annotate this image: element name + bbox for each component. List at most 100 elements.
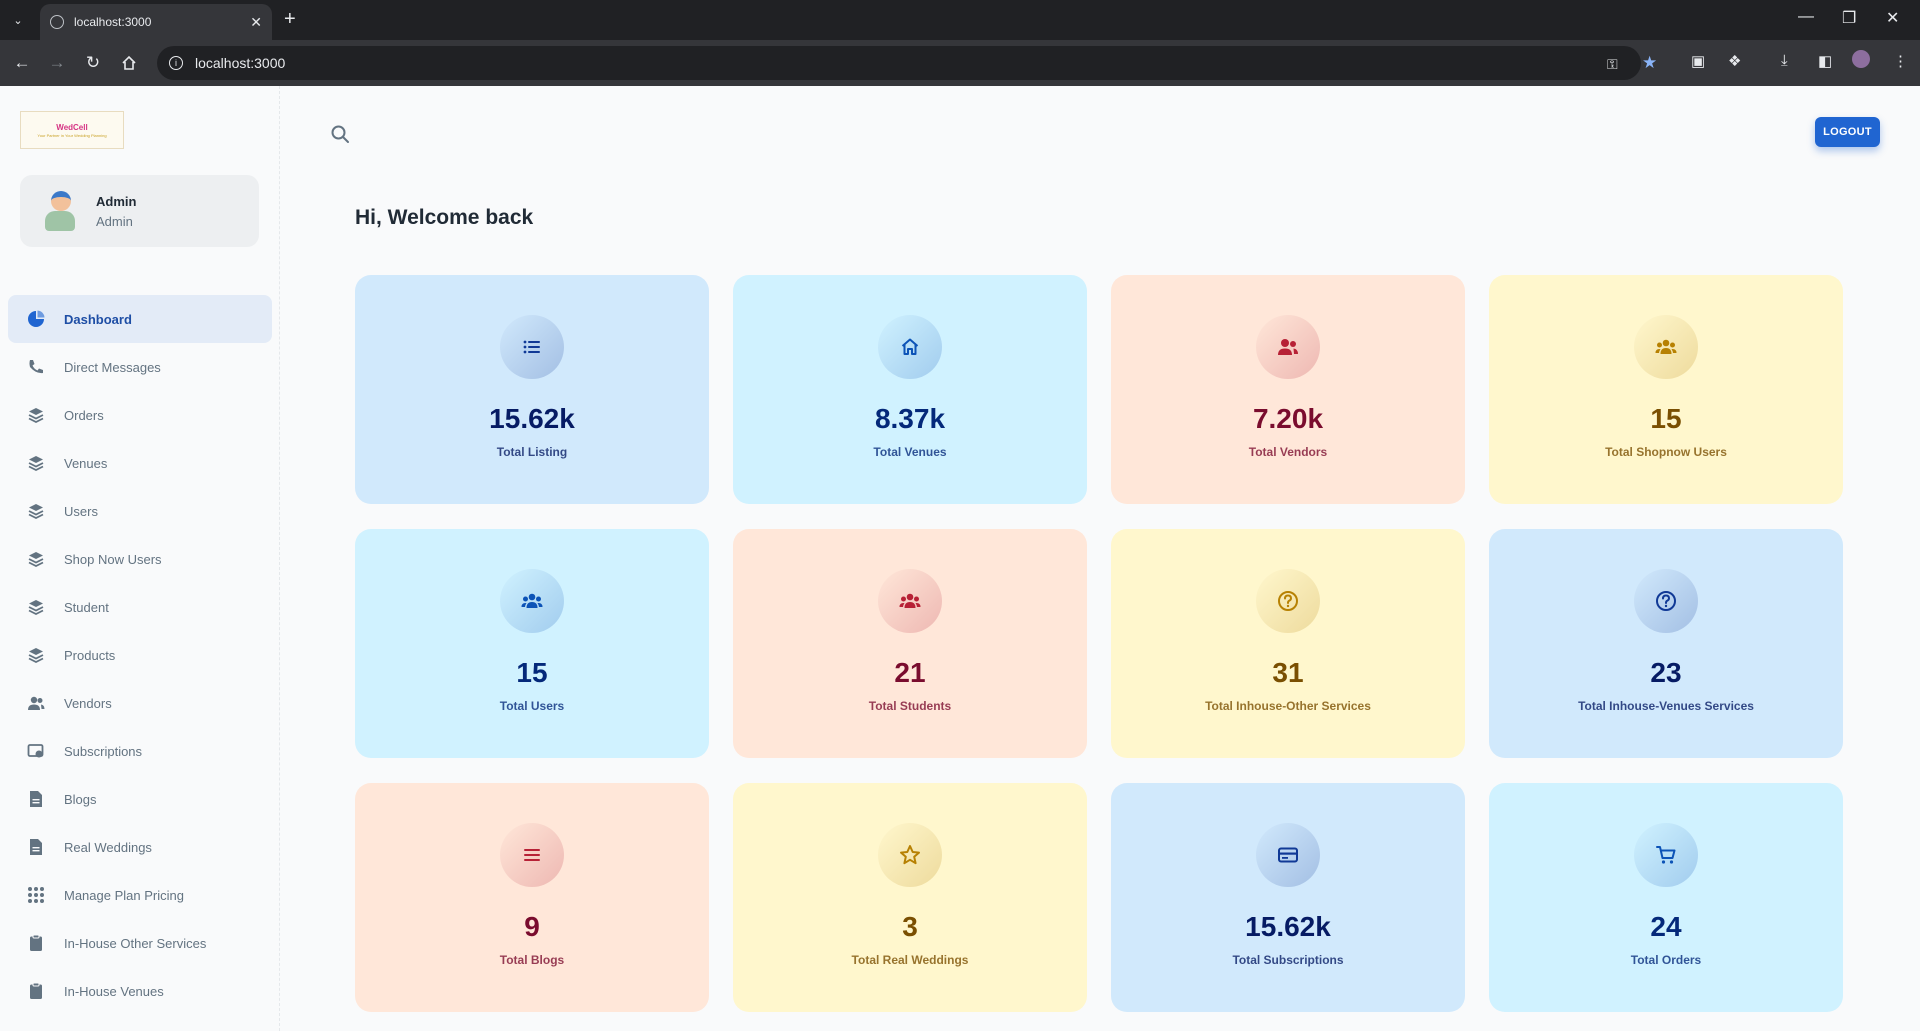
- layers-icon: [26, 453, 46, 473]
- browser-tab[interactable]: localhost:3000 ✕: [40, 4, 272, 40]
- sidebar-item-student[interactable]: Student: [8, 583, 272, 631]
- extensions-icon[interactable]: ❖: [1728, 52, 1741, 70]
- group-icon: [878, 569, 942, 633]
- account-name: Admin: [96, 193, 137, 209]
- stat-value: 23: [1650, 657, 1682, 688]
- sidebar-item-in-house-other-services[interactable]: In-House Other Services: [8, 919, 272, 967]
- sidebar-item-in-house-venues[interactable]: In-House Venues: [8, 967, 272, 1015]
- sidebar-item-label: Shop Now Users: [64, 551, 162, 567]
- side-panel-icon[interactable]: ◧: [1818, 52, 1832, 70]
- minimize-icon[interactable]: —: [1798, 8, 1814, 26]
- clipboard-icon: [26, 933, 46, 953]
- subscription-icon: [26, 741, 46, 761]
- pie-chart-icon: [26, 309, 46, 329]
- close-tab-icon[interactable]: ✕: [250, 14, 262, 31]
- tab-search-chevron-icon[interactable]: ⌄: [8, 10, 28, 30]
- sidebar-item-real-weddings[interactable]: Real Weddings: [8, 823, 272, 871]
- stat-value: 15: [516, 657, 548, 688]
- stat-card-total-listing: 15.62k Total Listing: [355, 275, 709, 504]
- site-info-icon[interactable]: i: [169, 56, 183, 70]
- sidebar-item-label: Vendors: [64, 695, 112, 711]
- stat-label: Total Inhouse-Other Services: [1205, 699, 1371, 713]
- bookmark-star-icon[interactable]: ★: [1642, 53, 1657, 73]
- back-icon[interactable]: ←: [11, 52, 33, 74]
- sidebar-item-subscriptions[interactable]: Subscriptions: [8, 727, 272, 775]
- search-icon[interactable]: [330, 124, 350, 144]
- layers-icon: [26, 597, 46, 617]
- group-icon: [1634, 315, 1698, 379]
- sidebar-item-label: In-House Venues: [64, 983, 164, 999]
- sidebar-item-label: Student: [64, 599, 109, 615]
- sidebar-item-blogs[interactable]: Blogs: [8, 775, 272, 823]
- stat-label: Total Venues: [873, 445, 947, 459]
- browser-tab-bar: ⌄ localhost:3000 ✕ + — ❐ ✕: [0, 0, 1920, 40]
- account-card[interactable]: Admin Admin: [20, 175, 259, 247]
- stat-value: 15.62k: [489, 403, 575, 434]
- stat-value: 9: [524, 911, 540, 942]
- stat-label: Total Listing: [496, 445, 568, 459]
- restore-icon[interactable]: ❐: [1842, 8, 1856, 28]
- sidebar-item-shop-now-users[interactable]: Shop Now Users: [8, 535, 272, 583]
- sidebar-item-label: Direct Messages: [64, 359, 161, 375]
- password-key-icon[interactable]: ⚿: [1607, 56, 1618, 73]
- stat-value: 7.20k: [1252, 403, 1324, 434]
- sidebar-item-label: Products: [64, 647, 116, 663]
- clipboard-icon: [26, 981, 46, 1001]
- phone-icon: [26, 357, 46, 377]
- sidebar-item-vendors[interactable]: Vendors: [8, 679, 272, 727]
- star-icon: [878, 823, 942, 887]
- stat-card-total-students: 21 Total Students: [733, 529, 1087, 758]
- browser-menu-icon[interactable]: ⋮: [1893, 52, 1908, 70]
- layers-icon: [26, 645, 46, 665]
- sidebar-item-products[interactable]: Products: [8, 631, 272, 679]
- stat-card-total-inhouse-other-services: 31 Total Inhouse-Other Services: [1111, 529, 1465, 758]
- sidebar-item-label: Real Weddings: [64, 839, 152, 855]
- sidebar-item-label: Venues: [64, 455, 108, 471]
- sidebar-item-dashboard[interactable]: Dashboard: [8, 295, 272, 343]
- people-icon: [26, 693, 46, 713]
- list-icon: [500, 315, 564, 379]
- sidebar-item-direct-messages[interactable]: Direct Messages: [8, 343, 272, 391]
- sidebar-item-label: Orders: [64, 407, 104, 423]
- browser-toolbar: ← → ↻ i localhost:3000 ⚿ ★ ▣ ❖ ⤓ ◧ ⋮: [0, 40, 1920, 86]
- page-title: Hi, Welcome back: [355, 206, 534, 229]
- stat-value: 31: [1272, 657, 1304, 688]
- sidebar-item-label: Subscriptions: [64, 743, 143, 759]
- stat-value: 15.62k: [1245, 911, 1331, 942]
- menu-icon: [500, 823, 564, 887]
- sidebar-item-venues[interactable]: Venues: [8, 439, 272, 487]
- profile-avatar-icon[interactable]: [1852, 50, 1870, 68]
- window-close-icon[interactable]: ✕: [1886, 8, 1899, 28]
- sidebar-item-orders[interactable]: Orders: [8, 391, 272, 439]
- logout-button[interactable]: LOGOUT: [1815, 117, 1880, 147]
- stat-value: 3: [902, 911, 918, 942]
- sidebar-item-users[interactable]: Users: [8, 487, 272, 535]
- stat-card-total-subscriptions: 15.62k Total Subscriptions: [1111, 783, 1465, 1012]
- account-role: Admin: [96, 213, 133, 229]
- new-tab-icon[interactable]: +: [284, 8, 296, 30]
- home-icon: [878, 315, 942, 379]
- download-icon[interactable]: ⤓: [1781, 52, 1788, 69]
- logo[interactable]: WedCell Your Partner in Your Wedding Pla…: [20, 111, 124, 149]
- sidebar-item-label: Dashboard: [64, 311, 132, 327]
- stat-card-total-real-weddings: 3 Total Real Weddings: [733, 783, 1087, 1012]
- question-icon: [1634, 569, 1698, 633]
- logo-tagline: Your Partner in Your Wedding Planning: [37, 132, 107, 138]
- sidebar-item-label: Manage Plan Pricing: [64, 887, 184, 903]
- screenshot-camera-icon[interactable]: ▣: [1691, 52, 1705, 70]
- layers-icon: [26, 405, 46, 425]
- stats-grid: 15.62k Total Listing 8.37k Total Venues …: [355, 275, 1845, 1012]
- stat-card-total-blogs: 9 Total Blogs: [355, 783, 709, 1012]
- stat-card-total-users: 15 Total Users: [355, 529, 709, 758]
- sidebar-item-manage-plan-pricing[interactable]: Manage Plan Pricing: [8, 871, 272, 919]
- reload-icon[interactable]: ↻: [82, 52, 104, 74]
- users-icon: [1256, 315, 1320, 379]
- logo-text: WedCell: [56, 122, 88, 132]
- forward-icon[interactable]: →: [46, 52, 68, 74]
- sidebar-item-label: In-House Other Services: [64, 935, 207, 951]
- cart-icon: [1634, 823, 1698, 887]
- stat-value: 24: [1650, 911, 1682, 942]
- stat-label: Total Orders: [1630, 953, 1702, 967]
- address-bar[interactable]: i localhost:3000 ⚿ ★: [157, 46, 1657, 80]
- home-browser-icon[interactable]: [118, 52, 140, 74]
